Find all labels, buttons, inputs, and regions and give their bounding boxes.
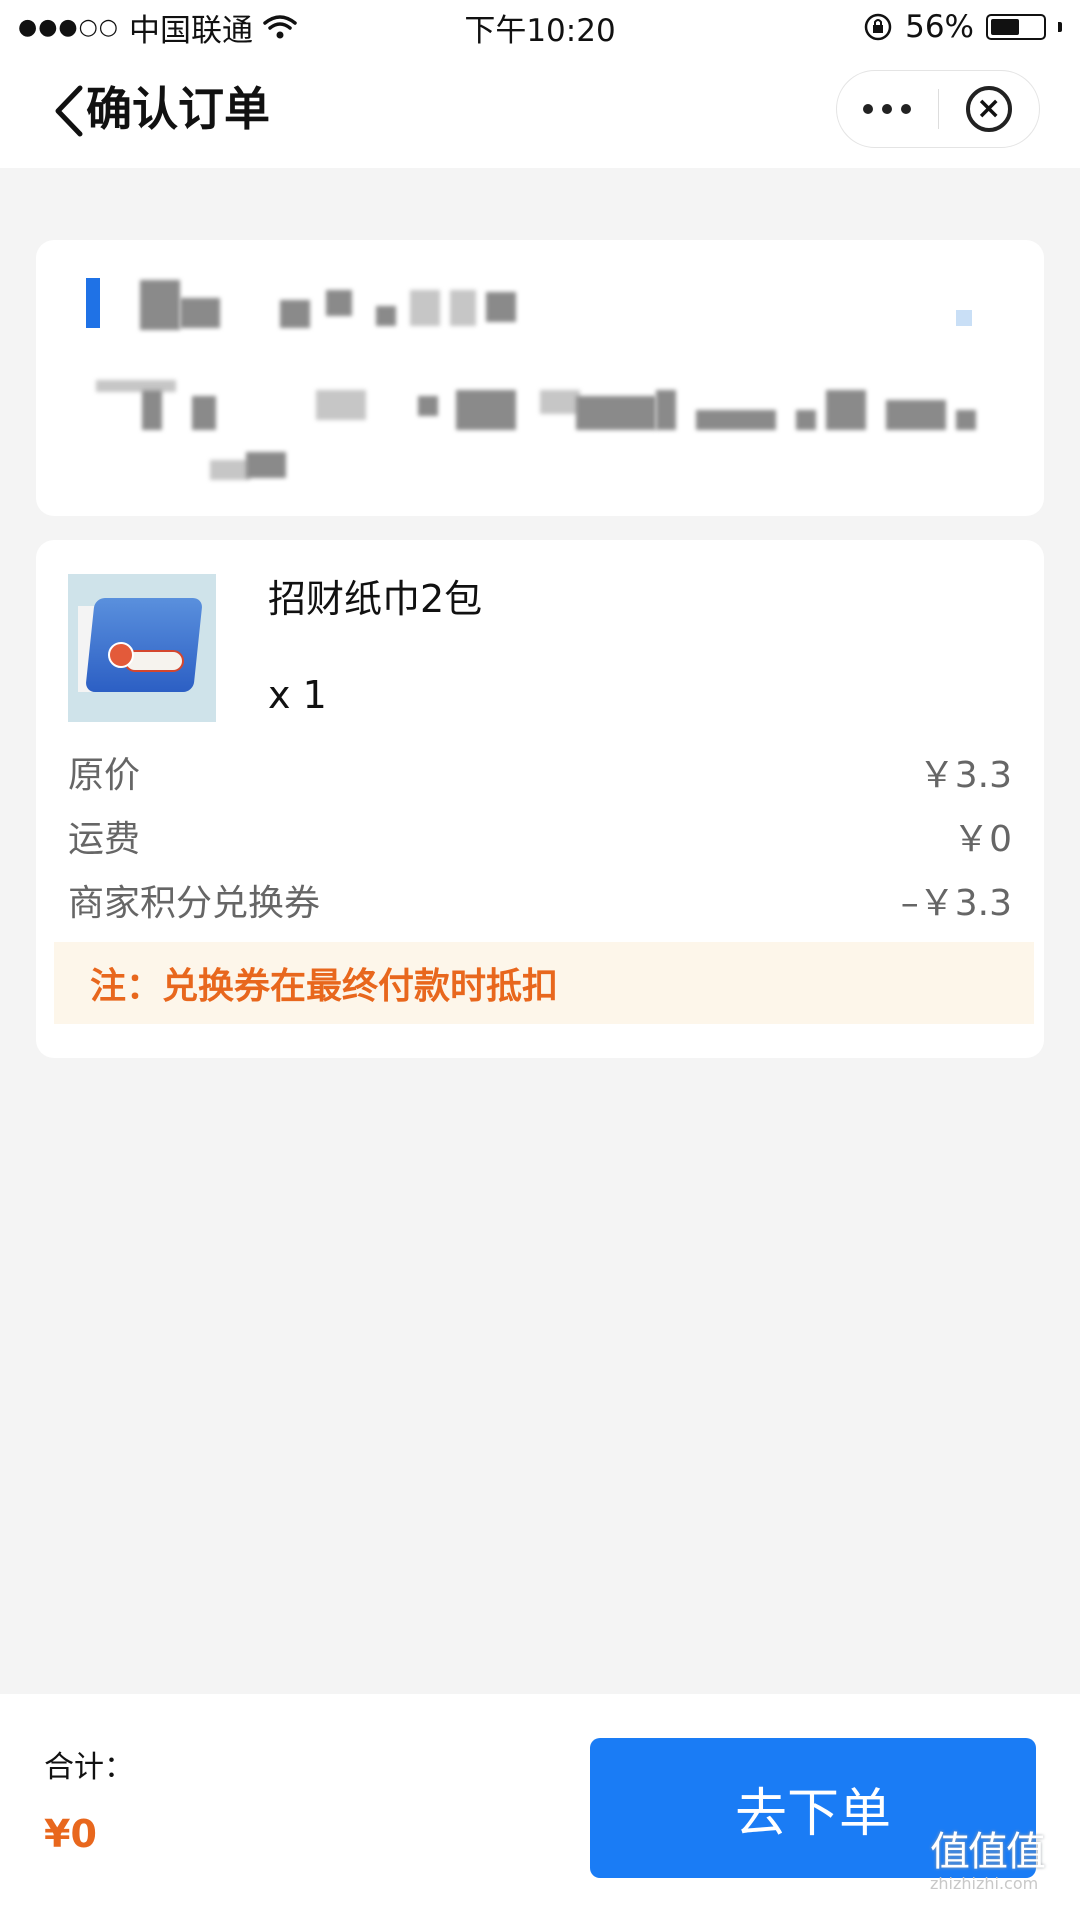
note-box: 注：兑换券在最终付款时抵扣 xyxy=(54,942,1034,1024)
total-label: 合计： xyxy=(44,1750,134,1785)
status-right: 56% xyxy=(863,9,1062,45)
redacted-text xyxy=(142,390,162,430)
total-value: ¥0 xyxy=(44,1812,97,1856)
redacted-text xyxy=(410,290,440,326)
product-name: 招财纸巾2包 xyxy=(268,577,483,621)
battery-percent: 56% xyxy=(905,9,974,45)
redacted-text xyxy=(886,400,946,430)
redacted-text xyxy=(180,298,220,328)
redacted-text xyxy=(450,290,476,326)
product-pack xyxy=(85,598,203,692)
battery-level xyxy=(991,19,1019,35)
redacted-text xyxy=(192,396,216,430)
order-card: 招财纸巾2包 x 1 原价 ￥3.3 运费 ￥0 商家积分兑换券 –￥3.3 注… xyxy=(36,540,1044,1058)
address-card[interactable] xyxy=(36,240,1044,516)
fee-label: 运费 xyxy=(68,819,141,860)
redacted-text xyxy=(376,306,396,326)
product-quantity: x 1 xyxy=(268,673,327,717)
more-button[interactable] xyxy=(837,71,938,147)
redacted-text xyxy=(326,290,352,316)
rotation-lock-icon xyxy=(864,13,892,41)
watermark: 值值值 zhizhizhi.com xyxy=(930,1830,1080,1910)
fee-value: ￥3.3 xyxy=(918,755,1012,796)
redacted-text xyxy=(418,396,438,416)
redacted-text xyxy=(246,452,286,478)
redacted-text xyxy=(140,280,180,330)
watermark-url: zhizhizhi.com xyxy=(930,1874,1039,1893)
redacted-text xyxy=(456,390,516,430)
fee-row-coupon: 商家积分兑换券 –￥3.3 xyxy=(68,872,1012,928)
back-button[interactable] xyxy=(50,82,90,140)
nav-bar: 确认订单 × xyxy=(0,54,1080,168)
redacted-text xyxy=(316,390,366,420)
redacted-text xyxy=(956,410,976,430)
watermark-logo: 值值值 xyxy=(930,1829,1046,1875)
status-bar: ●●●○○ 中国联通 下午10:20 56% xyxy=(0,0,1080,54)
address-marker-icon xyxy=(86,278,100,328)
close-icon: × xyxy=(965,86,1012,132)
fee-row-shipping: 运费 ￥0 xyxy=(68,808,1012,864)
redacted-text xyxy=(826,390,866,430)
redacted-text xyxy=(280,300,310,328)
battery-cap xyxy=(1058,22,1062,32)
more-dot-icon xyxy=(863,104,874,114)
fee-value: –￥3.3 xyxy=(900,883,1012,924)
fee-label: 商家积分兑换券 xyxy=(68,883,321,924)
chevron-left-icon xyxy=(55,85,83,137)
redacted-text xyxy=(696,410,776,430)
redacted-text xyxy=(540,390,580,414)
battery-icon xyxy=(986,14,1046,40)
redacted-text xyxy=(956,310,972,326)
fee-label: 原价 xyxy=(68,755,141,796)
bottom-bar: 合计： ¥0 去下单 xyxy=(0,1694,1080,1920)
redacted-text xyxy=(486,292,516,322)
redacted-text xyxy=(576,396,656,430)
fee-row-original-price: 原价 ￥3.3 xyxy=(68,744,1012,800)
redacted-text xyxy=(656,390,676,430)
page-title: 确认订单 xyxy=(86,82,270,136)
product-image xyxy=(68,574,216,722)
fee-value: ￥0 xyxy=(953,819,1012,860)
more-dot-icon xyxy=(882,104,893,114)
more-dot-icon xyxy=(901,104,912,114)
redacted-text xyxy=(796,410,816,430)
product-badge xyxy=(108,642,134,668)
close-button[interactable]: × xyxy=(938,71,1039,147)
redacted-text xyxy=(96,380,176,392)
miniprogram-capsule: × xyxy=(836,70,1040,148)
note-text: 注：兑换券在最终付款时抵扣 xyxy=(90,966,559,1007)
redacted-text xyxy=(210,460,250,480)
